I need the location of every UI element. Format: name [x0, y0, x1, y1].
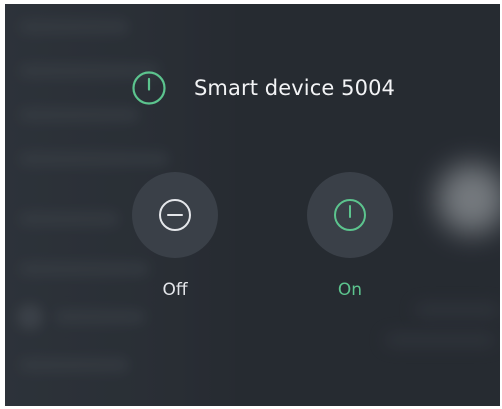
device-title: Smart device 5004 — [194, 76, 395, 100]
on-button[interactable] — [307, 172, 393, 258]
on-label: On — [337, 280, 363, 300]
power-off-icon — [159, 199, 191, 231]
on-action[interactable]: On — [290, 172, 410, 300]
device-dialog: Smart device 5004 Off On — [5, 4, 500, 406]
power-icon — [131, 70, 167, 106]
dialog-header: Smart device 5004 — [131, 68, 395, 108]
off-label: Off — [162, 280, 188, 300]
power-on-icon — [334, 199, 366, 231]
dim-overlay — [5, 4, 500, 406]
off-button[interactable] — [132, 172, 218, 258]
off-action[interactable]: Off — [115, 172, 235, 300]
